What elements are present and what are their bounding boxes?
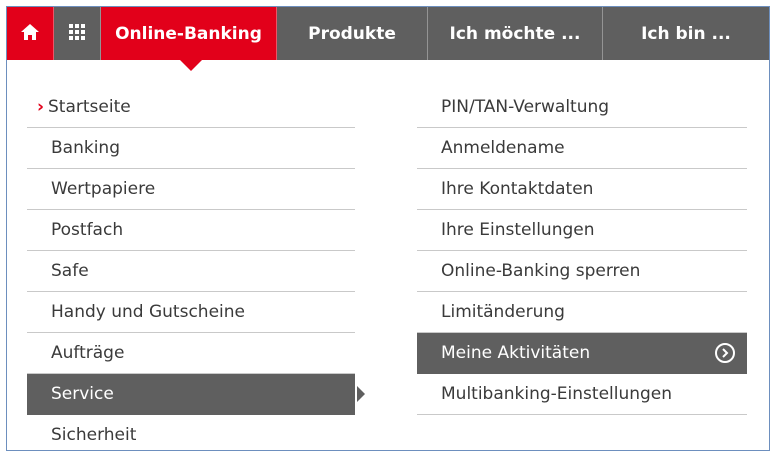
menu-item-label: Sicherheit [51,425,137,445]
submenu-item-multibanking-einstellungen[interactable]: Multibanking-Einstellungen [417,374,747,415]
app-frame: Online-Banking Produkte Ich möchte ... I… [6,6,770,451]
submenu-item-label: Meine Aktivitäten [441,343,591,363]
submenu-item-label: Multibanking-Einstellungen [441,384,673,404]
menu-item-safe[interactable]: Safe [27,251,355,292]
menu-item-label: Wertpapiere [51,179,156,199]
submenu-item-kontaktdaten[interactable]: Ihre Kontaktdaten [417,169,747,210]
submenu-item-label: Online-Banking sperren [441,261,641,281]
submenu-item-label: PIN/TAN-Verwaltung [441,97,610,117]
submenu-item-limitaenderung[interactable]: Limitänderung [417,292,747,333]
home-button[interactable] [7,7,54,60]
menu-item-banking[interactable]: Banking [27,128,355,169]
tab-produkte[interactable]: Produkte [277,7,428,60]
service-submenu: PIN/TAN-Verwaltung Anmeldename Ihre Kont… [417,87,747,415]
submenu-item-anmeldename[interactable]: Anmeldename [417,128,747,169]
submenu-item-label: Anmeldename [441,138,565,158]
submenu-item-label: Limitänderung [441,302,565,322]
chevron-circle-right-icon [715,343,735,363]
submenu-pointer-icon [357,386,365,402]
menu-item-label: Safe [51,261,89,281]
menu-item-auftraege[interactable]: Aufträge [27,333,355,374]
tab-ich-moechte[interactable]: Ich möchte ... [428,7,603,60]
menu-item-label: Service [51,384,114,404]
menu-item-label: Aufträge [51,343,125,363]
menu-item-wertpapiere[interactable]: Wertpapiere [27,169,355,210]
menu-item-label: Handy und Gutscheine [51,302,245,322]
submenu-item-label: Ihre Einstellungen [441,220,595,240]
apps-menu-button[interactable] [54,7,101,60]
tab-ich-bin[interactable]: Ich bin ... [603,7,769,60]
menu-item-label: Startseite [48,97,131,117]
submenu-item-meine-aktivitaeten[interactable]: Meine Aktivitäten [417,333,747,374]
menu-item-startseite[interactable]: › Startseite [27,87,355,128]
submenu-item-online-banking-sperren[interactable]: Online-Banking sperren [417,251,747,292]
submenu-item-label: Ihre Kontaktdaten [441,179,594,199]
menu-item-handy-und-gutscheine[interactable]: Handy und Gutscheine [27,292,355,333]
left-menu: › Startseite Banking Wertpapiere Postfach… [27,87,365,450]
menu-item-label: Postfach [51,220,124,240]
submenu-item-einstellungen[interactable]: Ihre Einstellungen [417,210,747,251]
grid-icon [69,23,85,44]
menu-item-sicherheit[interactable]: Sicherheit [27,415,355,450]
submenu-item-pin-tan-verwaltung[interactable]: PIN/TAN-Verwaltung [417,87,747,128]
menu-item-postfach[interactable]: Postfach [27,210,355,251]
menu-item-label: Banking [51,138,120,158]
menu-item-service[interactable]: Service [27,374,365,415]
home-icon [20,22,40,46]
top-navigation: Online-Banking Produkte Ich möchte ... I… [7,7,769,71]
tab-online-banking[interactable]: Online-Banking [101,7,277,71]
chevron-right-icon: › [37,97,45,117]
